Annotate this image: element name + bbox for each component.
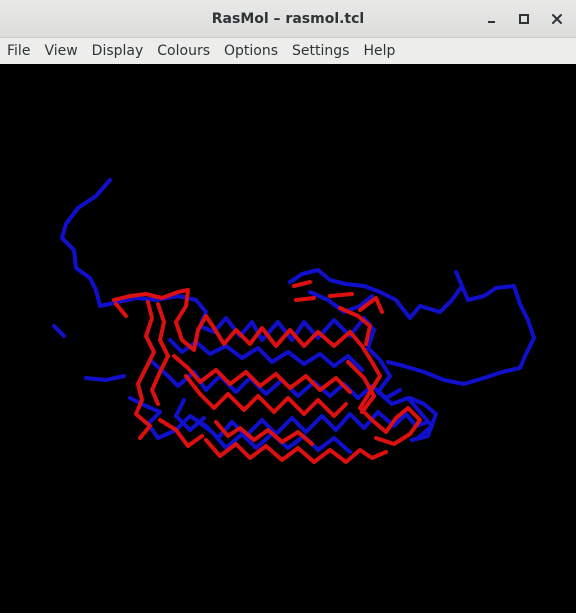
maximize-icon xyxy=(519,14,529,24)
menu-view[interactable]: View xyxy=(37,38,84,64)
maximize-button[interactable] xyxy=(513,8,535,30)
close-icon xyxy=(552,14,562,24)
menu-options[interactable]: Options xyxy=(217,38,285,64)
close-button[interactable] xyxy=(546,8,568,30)
menu-settings[interactable]: Settings xyxy=(285,38,356,64)
molecule-render xyxy=(52,178,536,464)
rasmol-window: RasMol – rasmol.tcl File View Display Co… xyxy=(0,0,576,613)
minimize-button[interactable] xyxy=(480,8,502,30)
molecule-viewport[interactable] xyxy=(0,64,576,613)
menu-help[interactable]: Help xyxy=(356,38,402,64)
menu-display[interactable]: Display xyxy=(85,38,151,64)
title-bar[interactable]: RasMol – rasmol.tcl xyxy=(0,0,576,38)
menu-colours[interactable]: Colours xyxy=(150,38,217,64)
menu-bar: File View Display Colours Options Settin… xyxy=(0,38,576,64)
menu-file[interactable]: File xyxy=(0,38,37,64)
minimize-icon xyxy=(488,21,495,23)
